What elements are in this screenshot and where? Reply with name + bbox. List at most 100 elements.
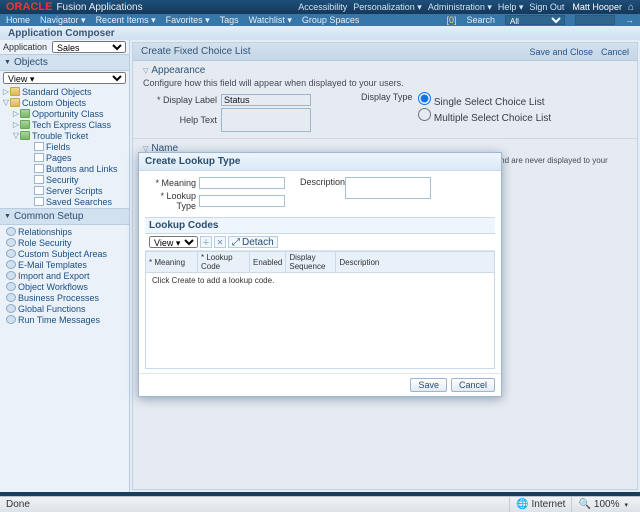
tree-node[interactable]: Business Processes [0,292,129,303]
tree-node[interactable]: Saved Searches [0,196,129,207]
app-select[interactable]: Sales [52,41,126,53]
search-label: Search [466,15,495,25]
help-text-input[interactable] [221,108,311,132]
tree-node[interactable]: Run Time Messages [0,314,129,325]
status-zoom[interactable]: 100% [594,499,620,510]
chevron-down-icon[interactable]: ▼ [4,59,11,66]
radio-multi[interactable]: Multiple Select Choice List [418,108,551,124]
tree-node[interactable]: Import and Export [0,270,129,281]
top-link[interactable]: Administration ▾ [428,2,492,13]
page-icon [34,164,44,173]
zoom-label: 🔍 [578,499,590,510]
page-icon [34,186,44,195]
create-icon[interactable]: ＋ [200,236,212,248]
col-enabled[interactable]: Enabled [250,252,286,273]
menu-item[interactable]: Group Spaces [302,15,360,25]
appearance-hint: Configure how this field will appear whe… [143,78,627,88]
notif-badge[interactable]: [0] [446,15,456,25]
top-link[interactable]: Personalization ▾ [353,2,422,13]
meaning-lbl: * Meaning [145,178,199,188]
detach-icon: ⤢ [232,237,240,248]
chevron-down-icon[interactable]: ▾ [624,501,628,509]
menu-item[interactable]: Tags [220,15,239,25]
globe-icon: 🌐 [516,499,528,510]
page-icon [34,142,44,151]
create-lookup-modal: Create Lookup Type * Meaning * Lookup Ty… [138,152,502,397]
chevron-down-icon[interactable]: ▽ [143,67,148,75]
tree-node[interactable]: Buttons and Links [0,163,129,174]
gear-icon [6,304,16,313]
modal-title: Create Lookup Type [139,153,501,171]
radio-single[interactable]: Single Select Choice List [418,92,551,108]
tree-node[interactable]: Custom Subject Areas [0,248,129,259]
folder-icon [10,98,20,107]
delete-icon[interactable]: ✕ [214,236,226,248]
menu-item[interactable]: Recent Items ▾ [96,15,156,26]
col-code[interactable]: * Lookup Code [198,252,250,273]
search-scope[interactable]: All [505,15,565,25]
common-header: Common Setup [14,211,83,222]
lookup-type-input[interactable] [199,195,285,207]
user-name: Matt Hooper [572,2,622,12]
description-lbl: Description [300,177,345,187]
tree-node[interactable]: Fields [0,141,129,152]
top-link[interactable]: Sign Out [529,2,564,12]
codes-view[interactable]: View ▾ [149,236,198,248]
gear-icon [6,238,16,247]
menu-item[interactable]: Favorites ▾ [166,15,210,26]
save-close-button[interactable]: Save and Close [529,47,593,57]
tree-view[interactable]: View ▾ [3,72,126,84]
objects-header: Objects [14,57,48,68]
tree-node[interactable]: Relationships [0,226,129,237]
class-icon [20,120,30,129]
help-text-lbl: Help Text [143,115,221,125]
class-icon [20,131,30,140]
cancel-button[interactable]: Cancel [601,47,629,57]
detach-button[interactable]: ⤢Detach [228,236,278,248]
display-type-lbl: Display Type [361,92,412,102]
description-input[interactable] [345,177,431,199]
tree-node[interactable]: Security [0,174,129,185]
tree-node[interactable]: ▽Custom Objects [0,97,129,108]
folder-icon [10,87,20,96]
tree-node[interactable]: Role Security [0,237,129,248]
top-link[interactable]: Accessibility [298,2,347,12]
page-icon [34,153,44,162]
tree-node[interactable]: ▷Opportunity Class [0,108,129,119]
codes-empty: Click Create to add a lookup code. [146,273,494,288]
tree-node[interactable]: ▷Standard Objects [0,86,129,97]
chevron-down-icon[interactable]: ▼ [4,213,11,220]
gear-icon [6,282,16,291]
tree-node[interactable]: Pages [0,152,129,163]
search-input[interactable] [575,15,615,25]
app-label: Application [3,42,47,52]
tree-node[interactable]: Global Functions [0,303,129,314]
home-icon[interactable]: ⌂ [628,2,634,13]
col-desc[interactable]: Description [336,252,495,273]
page-icon [34,197,44,206]
col-meaning[interactable]: * Meaning [146,252,198,273]
menu-item[interactable]: Watchlist ▾ [249,15,292,26]
top-link[interactable]: Help ▾ [498,2,524,13]
status-net: Internet [532,499,566,510]
tree-node[interactable]: Object Workflows [0,281,129,292]
menu-item[interactable]: Home [6,15,30,25]
status-done: Done [6,499,30,510]
tree-node[interactable]: ▷Tech Express Class [0,119,129,130]
gear-icon [6,315,16,324]
meaning-input[interactable] [199,177,285,189]
col-seq[interactable]: Display Sequence [286,252,336,273]
gear-icon [6,260,16,269]
search-go-icon[interactable]: → [625,15,634,25]
menu-item[interactable]: Navigator ▾ [40,15,86,26]
display-label-input[interactable] [221,94,311,106]
composer-title: Application Composer [8,28,115,39]
tree-node[interactable]: ▽Trouble Ticket [0,130,129,141]
lookup-type-lbl: * Lookup Type [145,191,199,211]
display-label-lbl: * Display Label [143,95,221,105]
tree-node[interactable]: Server Scripts [0,185,129,196]
page-icon [34,175,44,184]
save-button[interactable]: Save [410,378,447,392]
cancel-button[interactable]: Cancel [451,378,495,392]
tree-node[interactable]: E-Mail Templates [0,259,129,270]
